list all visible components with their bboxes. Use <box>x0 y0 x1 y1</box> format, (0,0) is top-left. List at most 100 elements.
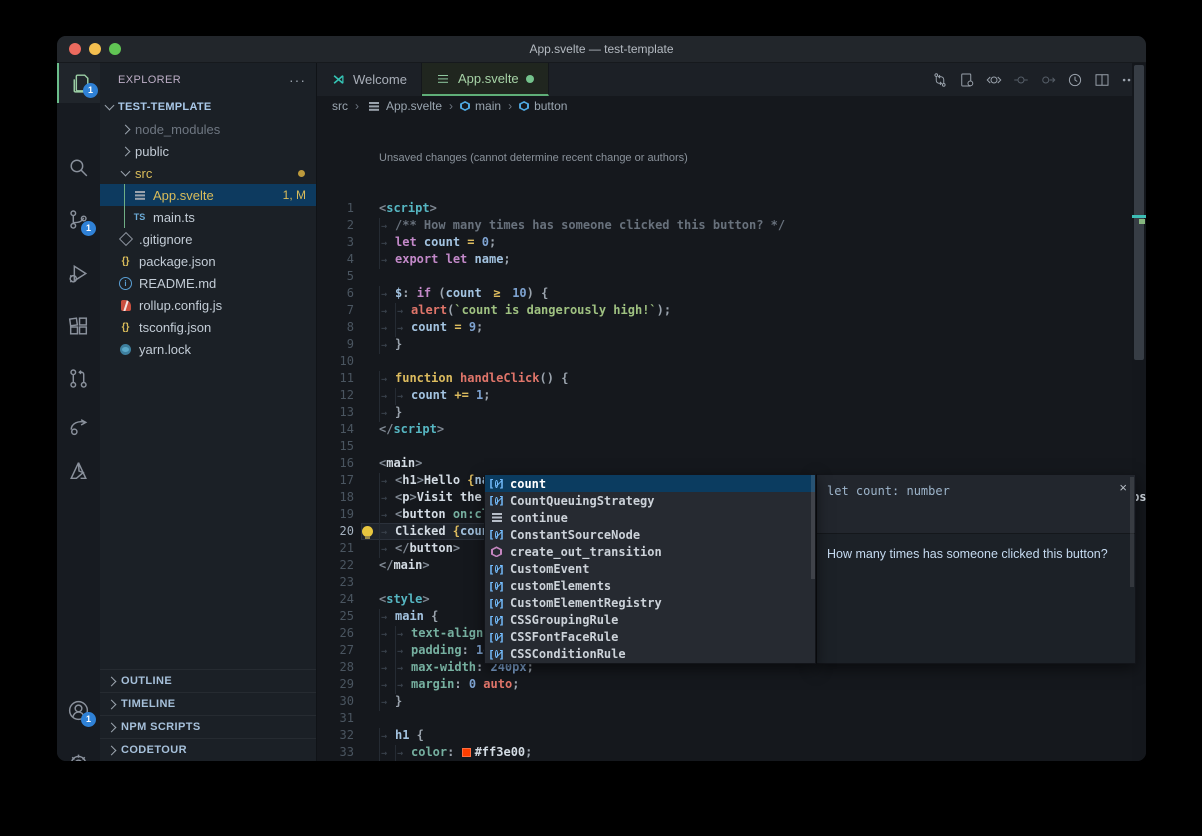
activity-extensions-icon[interactable] <box>57 304 100 348</box>
previous-change-icon[interactable] <box>985 71 1003 89</box>
code-line-3[interactable]: 3→let count = 0; <box>317 234 1146 251</box>
code-line-4[interactable]: 4→export let name; <box>317 251 1146 268</box>
suggest-label: customElements <box>510 579 611 593</box>
suggest-item-continue[interactable]: continue <box>485 509 815 526</box>
tree-root-test-template[interactable]: TEST-TEMPLATE <box>100 96 316 118</box>
tree-item-public[interactable]: public <box>100 140 316 162</box>
activity-run-debug-icon[interactable] <box>57 251 100 295</box>
line-number: 18 <box>317 489 379 506</box>
tree-item--gitignore[interactable]: .gitignore <box>100 228 316 250</box>
breadcrumb-item-main[interactable]: main <box>460 99 501 113</box>
activity-accounts-icon[interactable]: 1 <box>57 688 100 732</box>
activity-search-icon[interactable] <box>57 145 100 189</box>
code-line-9[interactable]: 9→} <box>317 336 1146 353</box>
code-line-5[interactable]: 5 <box>317 268 1146 285</box>
code-line-31[interactable]: 31 <box>317 710 1146 727</box>
activity-pull-request-icon[interactable] <box>57 356 100 400</box>
suggest-item-create_out_transition[interactable]: create_out_transition <box>485 543 815 560</box>
previous-diff-disabled-icon <box>1012 71 1030 89</box>
suggest-label: CountQueuingStrategy <box>510 494 655 508</box>
code-line-13[interactable]: 13→} <box>317 404 1146 421</box>
tree-item-label: rollup.config.js <box>139 298 222 313</box>
line-content: →/** How many times has someone clicked … <box>379 217 785 234</box>
code-line-12[interactable]: 12→→count += 1; <box>317 387 1146 404</box>
section-timeline[interactable]: TIMELINE <box>100 692 316 715</box>
tree-item-yarn-lock[interactable]: yarn.lock <box>100 338 316 360</box>
code-line-2[interactable]: 2→/** How many times has someone clicked… <box>317 217 1146 234</box>
explorer-sidebar: EXPLORER ··· TEST-TEMPLATE node_modulesp… <box>100 63 317 761</box>
tree-item-package-json[interactable]: {}package.json <box>100 250 316 272</box>
section-npm-scripts[interactable]: NPM SCRIPTS <box>100 715 316 738</box>
suggest-item-constantsourcenode[interactable]: []ConstantSourceNode <box>485 526 815 543</box>
breadcrumb-item-src[interactable]: src <box>332 99 348 113</box>
breadcrumb-item-button[interactable]: button <box>519 99 567 113</box>
code-line-11[interactable]: 11→function handleClick() { <box>317 370 1146 387</box>
code-line-33[interactable]: 33→→color: #ff3e00; <box>317 744 1146 761</box>
compare-changes-icon[interactable] <box>931 71 949 89</box>
tree-item-main-ts[interactable]: TSmain.ts <box>100 206 316 228</box>
line-content <box>379 710 395 727</box>
tree-item-readme-md[interactable]: iREADME.md <box>100 272 316 294</box>
tree-item-src[interactable]: src <box>100 162 316 184</box>
code-line-1[interactable]: 1<script> <box>317 200 1146 217</box>
section-label: OUTLINE <box>121 675 172 687</box>
code-line-15[interactable]: 15 <box>317 438 1146 455</box>
line-content: →</button> <box>379 540 460 557</box>
code-line-7[interactable]: 7→→alert(`count is dangerously high!`); <box>317 302 1146 319</box>
code-line-30[interactable]: 30→} <box>317 693 1146 710</box>
code-line-6[interactable]: 6→$: if (count ≥ 10) { <box>317 285 1146 302</box>
indent-tab-arrow: → <box>379 626 395 643</box>
tree-item-rollup-config-js[interactable]: rollup.config.js <box>100 294 316 316</box>
breadcrumb-label: App.svelte <box>386 99 442 113</box>
activity-explorer-badge: 1 <box>83 83 98 98</box>
suggest-item-count[interactable]: []count <box>485 475 815 492</box>
suggest-item-cssfontfacerule[interactable]: []CSSFontFaceRule <box>485 629 815 646</box>
section-label: CODETOUR <box>121 744 187 756</box>
code-line-14[interactable]: 14</script> <box>317 421 1146 438</box>
tree-item-node-modules[interactable]: node_modules <box>100 118 316 140</box>
code-line-10[interactable]: 10 <box>317 353 1146 370</box>
code-line-32[interactable]: 32→h1 { <box>317 727 1146 744</box>
code-line-29[interactable]: 29→→margin: 0 auto; <box>317 676 1146 693</box>
close-icon[interactable]: × <box>1119 480 1127 495</box>
indent-tab-arrow: → <box>379 677 395 694</box>
tree-item-app-svelte[interactable]: App.svelte1, M <box>100 184 316 206</box>
next-diff-disabled-icon <box>1039 71 1057 89</box>
breadcrumb-item-app-svelte[interactable]: App.svelte <box>366 99 442 113</box>
line-number: 10 <box>317 353 379 370</box>
code-editor[interactable]: Unsaved changes (cannot determine recent… <box>317 116 1146 761</box>
suggest-item-customelements[interactable]: []customElements <box>485 578 815 595</box>
breadcrumb-separator: › <box>355 99 359 113</box>
indent-tab-arrow: → <box>395 626 411 643</box>
code-line-8[interactable]: 8→→count = 9; <box>317 319 1146 336</box>
explorer-actions-icon[interactable]: ··· <box>289 72 306 88</box>
details-scrollbar[interactable] <box>1130 477 1134 587</box>
suggest-scrollbar[interactable] <box>811 475 815 579</box>
activity-live-share-icon[interactable] <box>57 403 100 447</box>
split-editor-icon[interactable] <box>1093 71 1111 89</box>
suggest-item-customelementregistry[interactable]: []CustomElementRegistry <box>485 595 815 612</box>
suggest-item-cssconditionrule[interactable]: []CSSConditionRule <box>485 646 815 663</box>
title-bar[interactable]: App.svelte — test-template <box>57 36 1146 63</box>
tab-label: App.svelte <box>458 71 519 86</box>
section-outline[interactable]: OUTLINE <box>100 669 316 692</box>
code-line-16[interactable]: 16<main> <box>317 455 1146 472</box>
tree-item-tsconfig-json[interactable]: {}tsconfig.json <box>100 316 316 338</box>
activity-source-control-icon[interactable]: 1 <box>57 197 100 241</box>
suggest-item-customevent[interactable]: []CustomEvent <box>485 560 815 577</box>
activity-settings-icon[interactable] <box>57 741 100 761</box>
suggest-item-countqueuingstrategy[interactable]: []CountQueuingStrategy <box>485 492 815 509</box>
tab-welcome[interactable]: Welcome <box>317 63 422 96</box>
json-file-icon: {} <box>118 320 133 334</box>
lightbulb-icon[interactable] <box>362 526 373 537</box>
scrollbar-thumb[interactable] <box>1134 65 1144 360</box>
suggest-item-cssgroupingrule[interactable]: []CSSGroupingRule <box>485 612 815 629</box>
timeline-icon[interactable] <box>1066 71 1084 89</box>
activity-azure-icon[interactable] <box>57 448 100 492</box>
open-changes-icon[interactable] <box>958 71 976 89</box>
unsaved-changes-dot <box>526 75 534 83</box>
section-codetour[interactable]: CODETOUR <box>100 738 316 761</box>
breadcrumb[interactable]: src›App.svelte›main›button <box>317 96 1146 116</box>
activity-explorer-icon[interactable]: 1 <box>57 63 102 103</box>
tab-app-svelte[interactable]: App.svelte <box>422 63 549 96</box>
